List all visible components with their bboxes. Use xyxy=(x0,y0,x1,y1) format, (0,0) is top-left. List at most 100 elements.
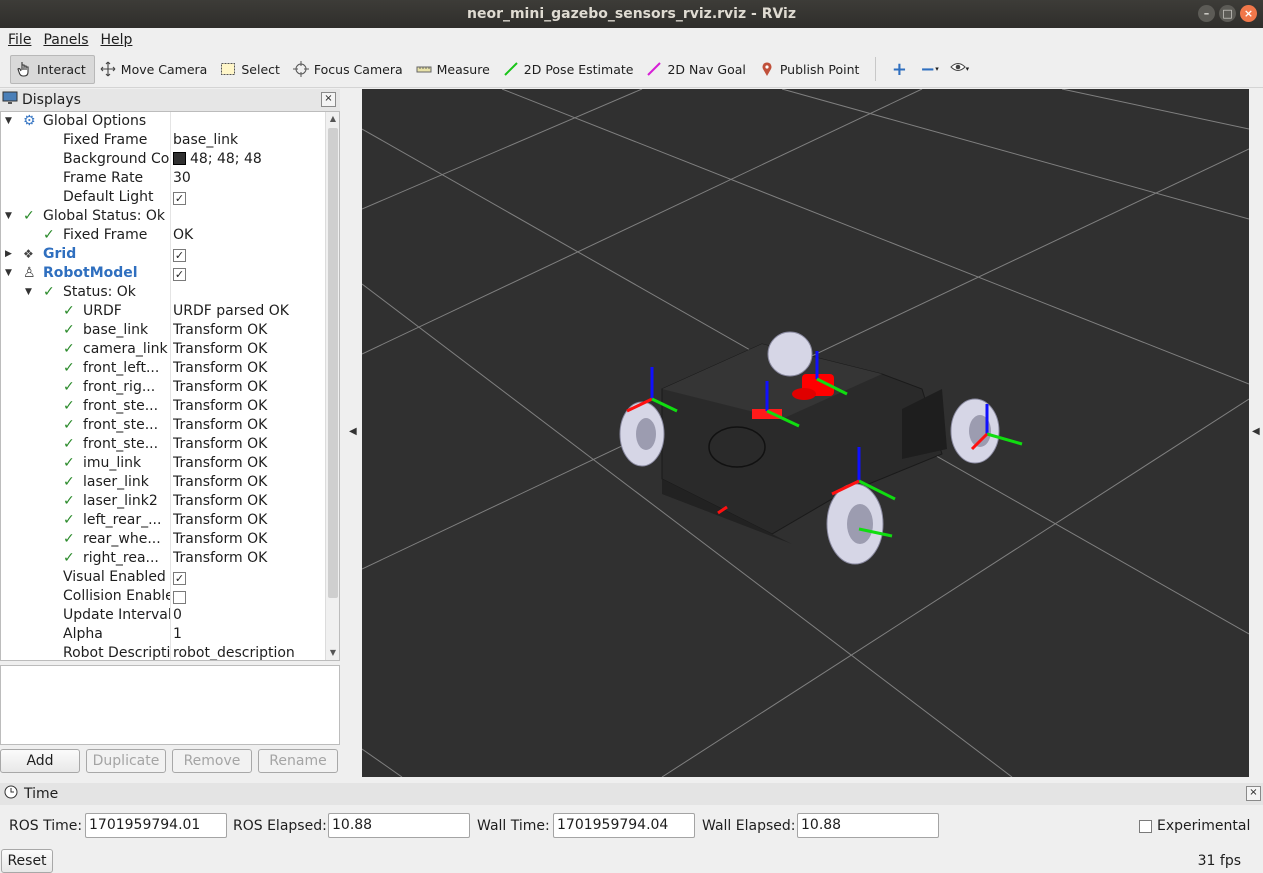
measure-tool-button[interactable]: Measure xyxy=(411,55,498,84)
display-row-value[interactable]: Transform OK xyxy=(173,549,327,568)
display-row-value[interactable]: ✓ xyxy=(173,568,327,587)
display-row[interactable]: ▼ ✓ Global Status: Ok xyxy=(1,207,327,226)
display-row[interactable]: ✓ front_ste... Transform OK xyxy=(1,416,327,435)
close-panel-icon[interactable]: × xyxy=(321,92,336,107)
minimize-icon[interactable]: – xyxy=(1198,5,1215,22)
add-tool-button[interactable]: + xyxy=(884,55,914,84)
display-row[interactable]: ✓ left_rear_... Transform OK xyxy=(1,511,327,530)
display-row[interactable]: Robot Descriptionrobot_description xyxy=(1,644,327,660)
display-row[interactable]: ✓ right_rea... Transform OK xyxy=(1,549,327,568)
display-row-value[interactable]: 48; 48; 48 xyxy=(173,150,327,169)
scroll-thumb[interactable] xyxy=(328,128,338,598)
color-swatch[interactable] xyxy=(173,151,186,165)
reset-button[interactable]: Reset xyxy=(1,849,53,873)
display-row[interactable]: ▼ ⚙ Global Options xyxy=(1,112,327,131)
add-display-button[interactable]: Add xyxy=(0,749,80,773)
display-row-value[interactable]: URDF parsed OK xyxy=(173,302,327,321)
display-row[interactable]: Background Color 48; 48; 48 xyxy=(1,150,327,169)
display-row[interactable]: ✓ front_left... Transform OK xyxy=(1,359,327,378)
interact-tool-button[interactable]: Interact xyxy=(10,54,95,84)
experimental-checkbox[interactable]: Experimental xyxy=(1139,813,1250,839)
display-row[interactable]: ✓ rear_whe... Transform OK xyxy=(1,530,327,549)
display-row-value[interactable]: Transform OK xyxy=(173,378,327,397)
display-row[interactable]: ✓ URDF URDF parsed OK xyxy=(1,302,327,321)
display-row-value[interactable]: 0 xyxy=(173,606,327,625)
display-row[interactable]: ✓ laser_link Transform OK xyxy=(1,473,327,492)
display-row-value[interactable]: Transform OK xyxy=(173,511,327,530)
view-options-button[interactable]: ▾ xyxy=(944,55,974,84)
tree-scrollbar[interactable]: ▲ ▼ xyxy=(325,112,339,660)
display-row-value[interactable]: Transform OK xyxy=(173,359,327,378)
collapse-left-icon[interactable]: ◀ xyxy=(349,426,357,437)
display-row[interactable]: Fixed Frame base_link xyxy=(1,131,327,150)
collapse-arrow-icon[interactable]: ▼ xyxy=(5,112,12,131)
move-camera-tool-button[interactable]: Move Camera xyxy=(95,55,216,84)
display-row-value[interactable]: Transform OK xyxy=(173,473,327,492)
checkbox[interactable]: ✓ xyxy=(173,268,186,281)
display-row-value[interactable]: Transform OK xyxy=(173,340,327,359)
focus-camera-tool-button[interactable]: Focus Camera xyxy=(288,55,411,84)
collapse-arrow-icon[interactable]: ▼ xyxy=(5,207,12,226)
display-row[interactable]: ✓ laser_link2 Transform OK xyxy=(1,492,327,511)
menu-help[interactable]: Help xyxy=(95,32,139,48)
display-row-value[interactable]: robot_description xyxy=(173,644,327,660)
display-row[interactable]: Default Light ✓ xyxy=(1,188,327,207)
pose-estimate-tool-button[interactable]: 2D Pose Estimate xyxy=(498,55,642,84)
wall-elapsed-field[interactable]: 10.88 xyxy=(797,813,939,838)
rename-display-button[interactable]: Rename xyxy=(258,749,338,773)
select-tool-button[interactable]: Select xyxy=(215,55,288,84)
checkbox[interactable]: ✓ xyxy=(173,572,186,585)
display-row-value[interactable]: ✓ xyxy=(173,188,327,207)
display-row-value[interactable]: base_link xyxy=(173,131,327,150)
display-row[interactable]: Frame Rate 30 xyxy=(1,169,327,188)
display-row[interactable]: Update Interval 0 xyxy=(1,606,327,625)
remove-tool-button[interactable]: − ▾ xyxy=(914,55,944,84)
display-row[interactable]: ▼ ✓ Status: Ok xyxy=(1,283,327,302)
collapse-arrow-icon[interactable]: ▼ xyxy=(5,264,12,283)
display-row-value[interactable]: Transform OK xyxy=(173,321,327,340)
display-row-value[interactable]: OK xyxy=(173,226,327,245)
close-time-panel-icon[interactable]: × xyxy=(1246,786,1261,801)
display-row[interactable]: Alpha 1 xyxy=(1,625,327,644)
nav-goal-tool-button[interactable]: 2D Nav Goal xyxy=(641,55,753,84)
collapse-right-icon[interactable]: ◀ xyxy=(1252,426,1260,437)
ros-elapsed-field[interactable]: 10.88 xyxy=(328,813,470,838)
expand-arrow-icon[interactable]: ▶ xyxy=(5,245,12,264)
display-row-value[interactable]: Transform OK xyxy=(173,416,327,435)
checkbox[interactable]: ✓ xyxy=(173,249,186,262)
checkbox[interactable] xyxy=(173,591,186,604)
remove-display-button[interactable]: Remove xyxy=(172,749,252,773)
display-row-value[interactable]: Transform OK xyxy=(173,435,327,454)
scroll-down-icon[interactable]: ▼ xyxy=(326,646,339,660)
experimental-check[interactable] xyxy=(1139,819,1152,833)
display-row[interactable]: ✓ front_ste... Transform OK xyxy=(1,397,327,416)
display-row-value[interactable] xyxy=(173,587,327,606)
display-row-value[interactable]: 30 xyxy=(173,169,327,188)
close-icon[interactable]: × xyxy=(1240,5,1257,22)
display-row[interactable]: ▶ ❖ Grid ✓ xyxy=(1,245,327,264)
scroll-up-icon[interactable]: ▲ xyxy=(326,112,339,126)
menu-file[interactable]: File xyxy=(2,32,37,48)
display-row[interactable]: ✓ front_rig... Transform OK xyxy=(1,378,327,397)
collapse-arrow-icon[interactable]: ▼ xyxy=(25,283,32,302)
display-row[interactable]: Visual Enabled ✓ xyxy=(1,568,327,587)
menu-panels[interactable]: Panels xyxy=(37,32,94,48)
display-row-value[interactable]: Transform OK xyxy=(173,397,327,416)
render-viewport[interactable] xyxy=(362,89,1249,777)
display-row-value[interactable]: Transform OK xyxy=(173,492,327,511)
display-row[interactable]: ✓ imu_link Transform OK xyxy=(1,454,327,473)
display-row-value[interactable]: ✓ xyxy=(173,245,327,264)
display-row[interactable]: Collision Enabled xyxy=(1,587,327,606)
display-row-value[interactable]: Transform OK xyxy=(173,530,327,549)
display-row[interactable]: ✓ front_ste... Transform OK xyxy=(1,435,327,454)
display-row-value[interactable]: 1 xyxy=(173,625,327,644)
publish-point-tool-button[interactable]: Publish Point xyxy=(754,55,868,84)
display-row-value[interactable]: Transform OK xyxy=(173,454,327,473)
display-row[interactable]: ✓ camera_link Transform OK xyxy=(1,340,327,359)
display-row[interactable]: ✓ base_link Transform OK xyxy=(1,321,327,340)
ros-time-field[interactable]: 1701959794.01 xyxy=(85,813,227,838)
display-row[interactable]: ✓ Fixed Frame OK xyxy=(1,226,327,245)
display-row-value[interactable]: ✓ xyxy=(173,264,327,283)
duplicate-display-button[interactable]: Duplicate xyxy=(86,749,166,773)
wall-time-field[interactable]: 1701959794.04 xyxy=(553,813,695,838)
